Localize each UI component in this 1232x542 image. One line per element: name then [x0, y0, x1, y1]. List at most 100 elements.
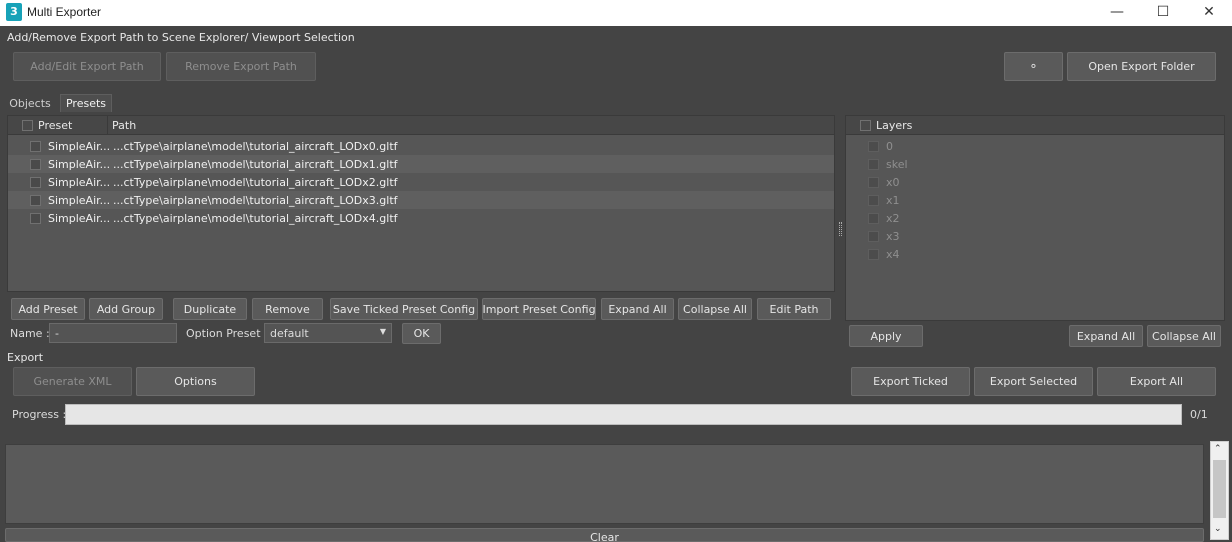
layers-panel: Layers 0 skel x0 x1 x2 x3 x4 — [845, 115, 1225, 321]
progress-count: 0/1 — [1190, 408, 1208, 421]
row-preset: SimpleAir... — [48, 157, 110, 171]
expand-all-presets-button[interactable]: Expand All — [601, 298, 674, 320]
row-path: ...ctType\airplane\model\tutorial_aircra… — [113, 157, 398, 171]
row-preset: SimpleAir... — [48, 211, 110, 225]
row-path: ...ctType\airplane\model\tutorial_aircra… — [113, 193, 398, 207]
list-item[interactable]: x1 — [846, 191, 1224, 209]
progress-bar — [65, 404, 1182, 425]
layers-header: Layers — [846, 116, 1224, 135]
path-section-label: Add/Remove Export Path to Scene Explorer… — [7, 31, 355, 44]
generate-xml-button[interactable]: Generate XML — [13, 367, 132, 396]
save-ticked-preset-config-button[interactable]: Save Ticked Preset Config — [330, 298, 478, 320]
tab-presets[interactable]: Presets — [60, 94, 112, 112]
table-row[interactable]: SimpleAir... ...ctType\airplane\model\tu… — [8, 173, 834, 191]
log-scrollbar[interactable]: ⌃ ⌄ — [1210, 441, 1229, 540]
layer-checkbox[interactable] — [868, 212, 879, 224]
column-header-path: Path — [112, 119, 137, 132]
collapse-all-layers-button[interactable]: Collapse All — [1147, 325, 1221, 347]
layer-label: skel — [886, 157, 908, 171]
chevron-down-icon: ▼ — [379, 327, 386, 336]
table-row[interactable]: SimpleAir... ...ctType\airplane\model\tu… — [8, 155, 834, 173]
duplicate-button[interactable]: Duplicate — [173, 298, 247, 320]
remove-export-path-button[interactable]: Remove Export Path — [166, 52, 316, 81]
layer-label: x0 — [886, 175, 900, 189]
option-preset-label: Option Preset : — [186, 327, 268, 340]
option-preset-select[interactable]: default ▼ — [264, 323, 392, 343]
layer-label: x2 — [886, 211, 900, 225]
refresh-icon: ∘ — [1029, 59, 1038, 74]
splitter-handle[interactable] — [839, 222, 842, 236]
collapse-all-presets-button[interactable]: Collapse All — [678, 298, 752, 320]
table-row[interactable]: SimpleAir... ...ctType\airplane\model\tu… — [8, 191, 834, 209]
row-path: ...ctType\airplane\model\tutorial_aircra… — [113, 175, 398, 189]
list-item[interactable]: x2 — [846, 209, 1224, 227]
select-all-checkbox[interactable] — [22, 120, 33, 131]
row-checkbox[interactable] — [30, 140, 41, 152]
maximize-icon[interactable]: ☐ — [1140, 0, 1186, 26]
layer-label: 0 — [886, 139, 893, 153]
layer-label: x3 — [886, 229, 900, 243]
scrollbar-thumb[interactable] — [1213, 460, 1226, 518]
layer-checkbox[interactable] — [868, 194, 879, 206]
row-checkbox[interactable] — [30, 194, 41, 206]
row-preset: SimpleAir... — [48, 193, 110, 207]
layer-label: x4 — [886, 247, 900, 261]
column-divider — [107, 116, 108, 135]
ok-button[interactable]: OK — [402, 323, 441, 344]
list-item[interactable]: x3 — [846, 227, 1224, 245]
add-edit-export-path-button[interactable]: Add/Edit Export Path — [13, 52, 161, 81]
option-preset-value: default — [270, 326, 309, 340]
table-row[interactable]: SimpleAir... ...ctType\airplane\model\tu… — [8, 137, 834, 155]
log-output[interactable] — [5, 444, 1204, 524]
row-checkbox[interactable] — [30, 212, 41, 224]
add-preset-button[interactable]: Add Preset — [11, 298, 85, 320]
export-all-button[interactable]: Export All — [1097, 367, 1216, 396]
name-label: Name : — [10, 327, 50, 340]
layer-checkbox[interactable] — [868, 140, 879, 152]
remove-preset-button[interactable]: Remove — [252, 298, 323, 320]
layers-select-all-checkbox[interactable] — [860, 120, 871, 131]
presets-table: Preset Path SimpleAir... ...ctType\airpl… — [7, 115, 835, 292]
expand-all-layers-button[interactable]: Expand All — [1069, 325, 1143, 347]
refresh-button[interactable]: ∘ — [1004, 52, 1063, 81]
row-checkbox[interactable] — [30, 158, 41, 170]
scroll-up-icon[interactable]: ⌃ — [1214, 444, 1222, 454]
scroll-down-icon[interactable]: ⌄ — [1214, 524, 1222, 534]
table-row[interactable]: SimpleAir... ...ctType\airplane\model\tu… — [8, 209, 834, 227]
name-input[interactable]: - — [49, 323, 177, 343]
apply-layers-button[interactable]: Apply — [849, 325, 923, 347]
options-button[interactable]: Options — [136, 367, 255, 396]
row-path: ...ctType\airplane\model\tutorial_aircra… — [113, 139, 398, 153]
layer-checkbox[interactable] — [868, 248, 879, 260]
app-icon: 3 — [6, 3, 22, 21]
row-path: ...ctType\airplane\model\tutorial_aircra… — [113, 211, 398, 225]
row-preset: SimpleAir... — [48, 139, 110, 153]
layers-list: 0 skel x0 x1 x2 x3 x4 — [846, 137, 1224, 263]
clear-button[interactable]: Clear — [5, 528, 1204, 542]
import-preset-config-button[interactable]: Import Preset Config — [482, 298, 596, 320]
row-preset: SimpleAir... — [48, 175, 110, 189]
list-item[interactable]: skel — [846, 155, 1224, 173]
layer-label: x1 — [886, 193, 900, 207]
row-checkbox[interactable] — [30, 176, 41, 188]
add-group-button[interactable]: Add Group — [89, 298, 163, 320]
layers-header-label: Layers — [876, 119, 913, 132]
open-export-folder-button[interactable]: Open Export Folder — [1067, 52, 1216, 81]
layer-checkbox[interactable] — [868, 158, 879, 170]
export-section-label: Export — [7, 351, 44, 364]
edit-path-button[interactable]: Edit Path — [757, 298, 831, 320]
layer-checkbox[interactable] — [868, 230, 879, 242]
column-header-preset: Preset — [38, 119, 73, 132]
close-icon[interactable]: ✕ — [1186, 0, 1232, 26]
list-item[interactable]: 0 — [846, 137, 1224, 155]
list-item[interactable]: x0 — [846, 173, 1224, 191]
minimize-icon[interactable]: — — [1094, 0, 1140, 26]
presets-table-header: Preset Path — [8, 116, 834, 135]
layer-checkbox[interactable] — [868, 176, 879, 188]
list-item[interactable]: x4 — [846, 245, 1224, 263]
tab-objects[interactable]: Objects — [5, 94, 55, 112]
export-selected-button[interactable]: Export Selected — [974, 367, 1093, 396]
title-bar: 3 Multi Exporter — ☐ ✕ — [0, 0, 1232, 26]
progress-label: Progress : — [12, 408, 67, 421]
export-ticked-button[interactable]: Export Ticked — [851, 367, 970, 396]
